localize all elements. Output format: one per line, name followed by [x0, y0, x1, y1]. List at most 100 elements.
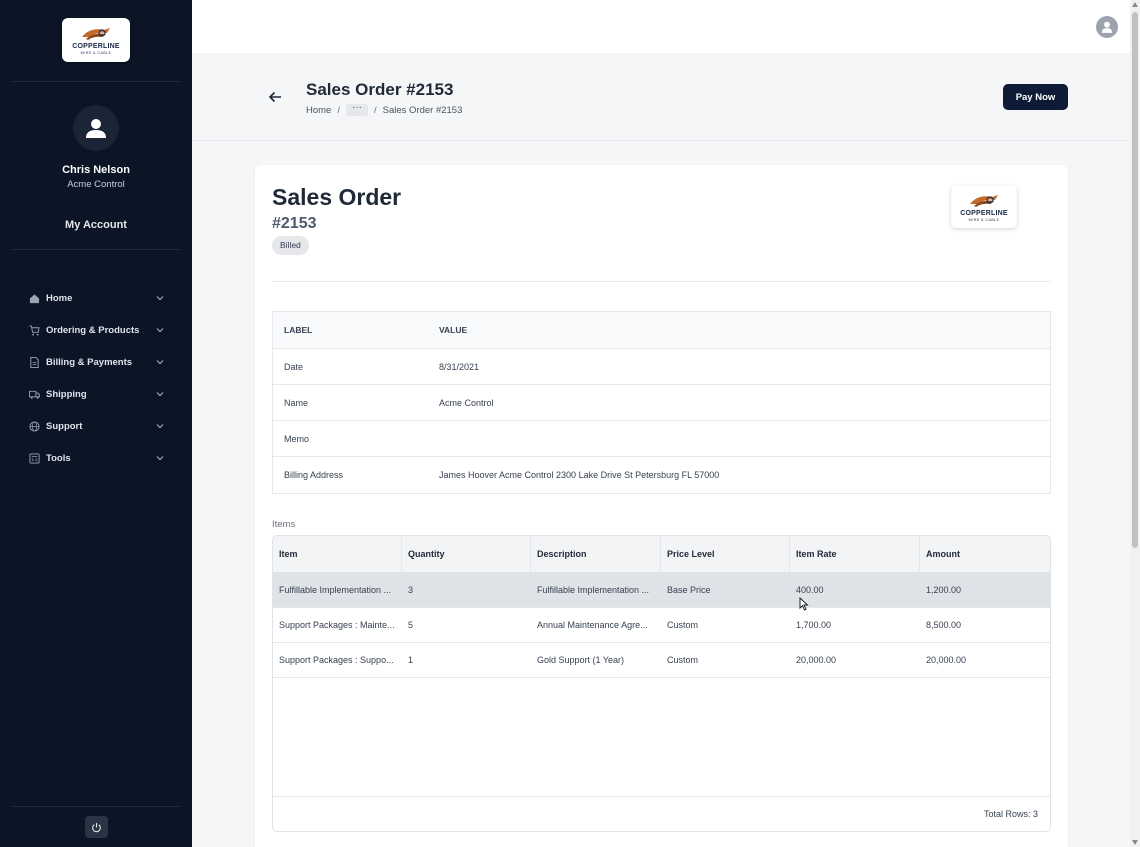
sidebar-divider [12, 81, 180, 82]
details-table: LABEL VALUE Date 8/31/2021 Name Acme Con… [272, 311, 1051, 494]
sidebar-item-label: Tools [46, 452, 71, 464]
breadcrumb-ellipsis[interactable]: ··· [345, 103, 368, 116]
items-grid: Item Quantity Description Price Level It… [272, 535, 1051, 832]
cell-item: Support Packages : Suppo... [279, 655, 394, 665]
breadcrumb-separator: / [373, 104, 377, 116]
chevron-down-icon [156, 328, 164, 333]
table-row[interactable]: Fulfillable Implementation ... 3 Fulfill… [273, 573, 1050, 608]
items-section-label: Items [272, 519, 296, 530]
logo-subtext: WIRE & CABLE [968, 218, 1000, 222]
cell-amount: 20,000.00 [926, 655, 967, 665]
detail-value: James Hoover Acme Control 2300 Lake Driv… [439, 470, 720, 480]
logo-text: COPPERLINE [72, 43, 120, 50]
sidebar-item-billing[interactable]: Billing & Payments [0, 346, 192, 378]
cell-item: Support Packages : Mainte... [279, 620, 395, 630]
chevron-down-icon [156, 360, 164, 365]
copperline-logo-icon [82, 28, 110, 40]
cell-amount: 1,200.00 [926, 585, 962, 595]
my-account-link[interactable]: My Account [0, 219, 192, 231]
cell-price-level: Custom [667, 620, 699, 630]
detail-label: Date [284, 361, 304, 372]
document-title: Sales Order [272, 184, 402, 210]
sidebar-item-ordering[interactable]: Ordering & Products [0, 314, 192, 346]
back-arrow-icon[interactable] [268, 90, 282, 104]
breadcrumb-current: Sales Order #2153 [382, 104, 463, 116]
sales-order-card: Sales Order #2153 Billed COPPERLINE WIRE… [255, 165, 1068, 847]
items-grid-footer: Total Rows: 3 [273, 796, 1050, 831]
page-title: Sales Order #2153 [306, 80, 454, 99]
sidebar-item-label: Home [46, 292, 73, 304]
column-header-description[interactable]: Description [531, 536, 661, 572]
company-logo[interactable]: COPPERLINE WIRE & CABLE [62, 18, 130, 62]
document-number: #2153 [272, 215, 317, 232]
table-row: Memo [273, 421, 1050, 457]
cell-quantity: 5 [408, 620, 414, 630]
calculator-icon [29, 452, 40, 464]
chevron-down-icon [156, 296, 164, 301]
column-header-item-rate[interactable]: Item Rate [790, 536, 920, 572]
sidebar-nav: Home Ordering & Products Billing & Payme… [0, 282, 192, 474]
detail-label: Billing Address [284, 470, 344, 480]
column-header-quantity[interactable]: Quantity [402, 536, 531, 572]
card-divider [272, 281, 1050, 282]
user-icon [86, 119, 106, 138]
table-row[interactable]: Support Packages : Suppo... 1 Gold Suppo… [273, 643, 1050, 678]
details-table-header: LABEL VALUE [273, 312, 1050, 349]
globe-icon [29, 420, 40, 432]
scrollbar-thumb[interactable] [1132, 12, 1138, 548]
mouse-cursor-icon [799, 597, 809, 611]
sidebar-item-tools[interactable]: Tools [0, 442, 192, 474]
total-rows-count: Total Rows: 3 [983, 809, 1038, 819]
home-icon [29, 293, 40, 303]
cell-description: Gold Support (1 Year) [537, 655, 625, 665]
breadcrumb-home[interactable]: Home [306, 105, 331, 116]
page-header: Sales Order #2153 Home / ··· / Sales Ord… [192, 53, 1130, 141]
sidebar: COPPERLINE WIRE & CABLE Chris Nelson Acm… [0, 0, 192, 847]
logo-text: COPPERLINE [960, 210, 1008, 217]
cell-price-level: Custom [667, 655, 699, 665]
detail-label: Memo [284, 433, 310, 444]
table-row: Date 8/31/2021 [273, 349, 1050, 385]
sidebar-item-shipping[interactable]: Shipping [0, 378, 192, 410]
sidebar-item-label: Billing & Payments [46, 356, 133, 368]
column-header-price-level[interactable]: Price Level [661, 536, 790, 572]
avatar [73, 105, 119, 151]
column-header-item[interactable]: Item [273, 536, 402, 572]
sidebar-item-home[interactable]: Home [0, 282, 192, 314]
scroll-up-arrow-icon[interactable] [1132, 2, 1138, 7]
sidebar-item-support[interactable]: Support [0, 410, 192, 442]
document-icon [30, 356, 39, 368]
cart-icon [29, 324, 40, 336]
user-name: Chris Nelson [62, 164, 130, 176]
cell-amount: 8,500.00 [926, 620, 962, 630]
pay-now-button[interactable]: Pay Now [1003, 84, 1068, 110]
sidebar-item-label: Ordering & Products [46, 324, 140, 336]
cell-price-level: Base Price [667, 585, 711, 595]
status-badge: Billed [272, 236, 309, 255]
column-header-amount[interactable]: Amount [920, 536, 1050, 572]
chevron-down-icon [156, 424, 164, 429]
items-grid-header: Item Quantity Description Price Level It… [273, 536, 1050, 573]
user-company: Acme Control [67, 179, 125, 190]
table-row[interactable]: Support Packages : Mainte... 5 Annual Ma… [273, 608, 1050, 643]
table-row: Billing Address James Hoover Acme Contro… [273, 457, 1050, 493]
sidebar-divider [12, 806, 180, 807]
power-icon [92, 822, 101, 832]
sidebar-divider [12, 249, 180, 250]
page-scrollbar[interactable] [1130, 0, 1140, 847]
cell-item-rate: 20,000.00 [796, 655, 837, 665]
user-menu-button[interactable] [1096, 16, 1118, 38]
scroll-down-arrow-icon[interactable] [1132, 840, 1138, 845]
logout-button[interactable] [85, 816, 108, 838]
table-row: Name Acme Control [273, 385, 1050, 421]
cell-description: Fulfillable Implementation ... [537, 585, 650, 595]
cell-item: Fulfillable Implementation ... [279, 585, 392, 595]
cell-description: Annual Maintenance Agre... [537, 620, 648, 630]
company-logo: COPPERLINE WIRE & CABLE [951, 186, 1017, 228]
copperline-logo-icon [970, 195, 998, 207]
truck-icon [29, 390, 40, 399]
sidebar-item-label: Support [46, 420, 83, 432]
chevron-down-icon [156, 456, 164, 461]
top-bar [192, 0, 1130, 53]
breadcrumb-separator: / [337, 104, 340, 116]
